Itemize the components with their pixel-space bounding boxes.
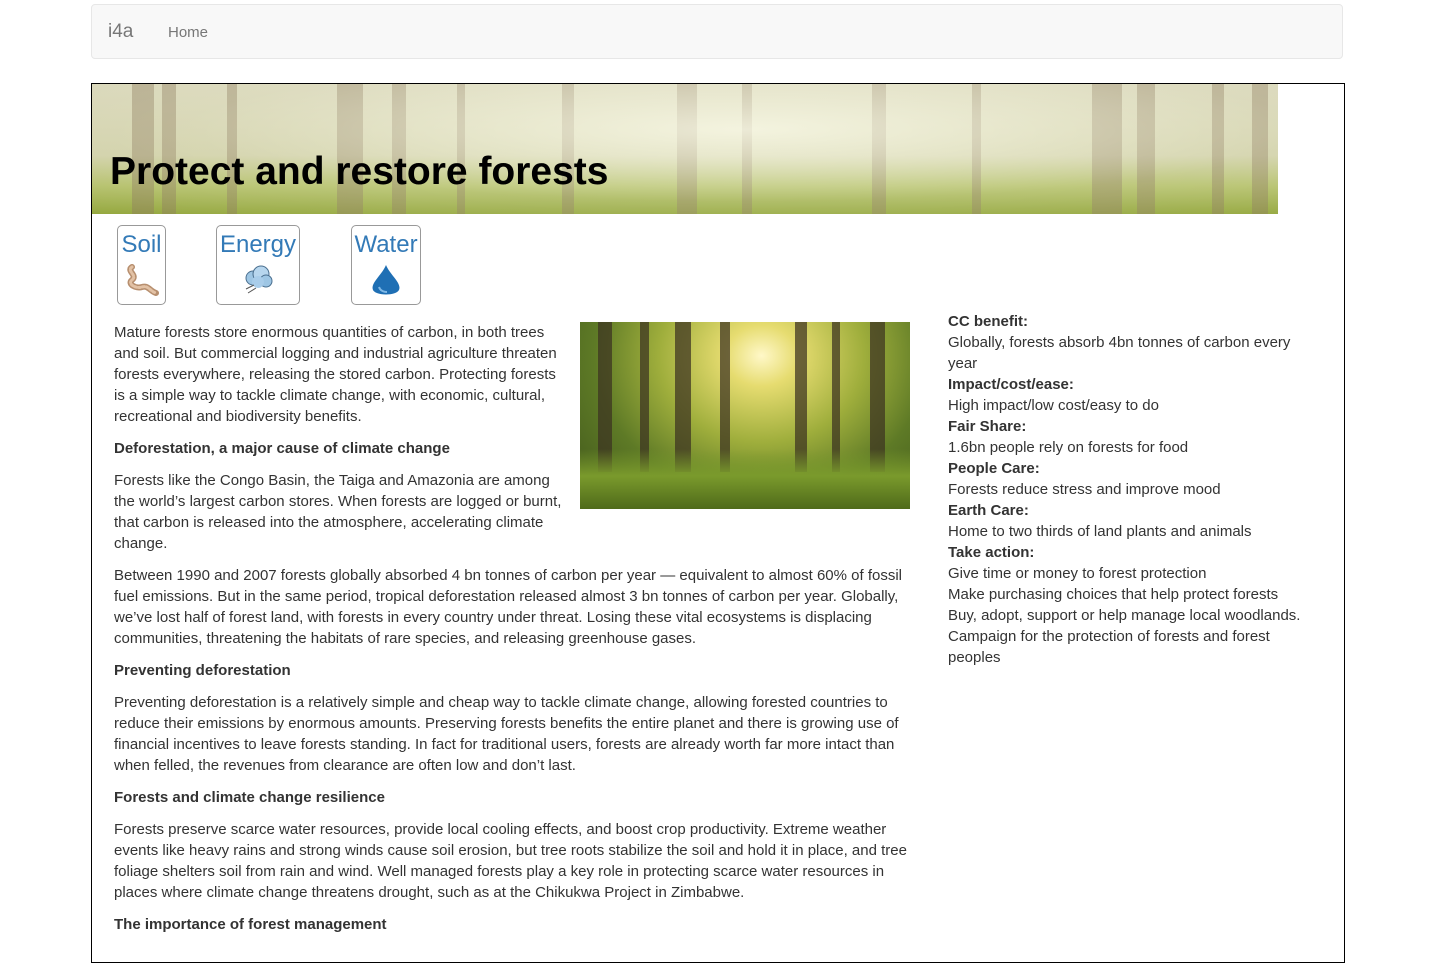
info-sidebar: CC benefit: Globally, forests absorb 4bn… xyxy=(948,311,1308,668)
take-action-label: Take action: xyxy=(948,544,1035,561)
article-body: Mature forests store enormous quantities… xyxy=(114,322,914,946)
section-heading-management: The importance of forest management xyxy=(114,916,387,933)
section-heading-preventing: Preventing deforestation xyxy=(114,662,291,679)
tag-soil[interactable]: Soil xyxy=(117,225,166,305)
earth-care-label: Earth Care: xyxy=(948,502,1029,519)
impact-value: High impact/low cost/easy to do xyxy=(948,397,1159,414)
page-title: Protect and restore forests xyxy=(110,150,609,193)
impact-label: Impact/cost/ease: xyxy=(948,376,1074,393)
tag-energy-label: Energy xyxy=(219,231,297,258)
people-care-label: People Care: xyxy=(948,460,1040,477)
page-banner: Protect and restore forests xyxy=(92,84,1278,214)
top-navbar: i4a Home xyxy=(91,4,1343,59)
action-item: Buy, adopt, support or help manage local… xyxy=(948,607,1301,624)
action-item: Give time or money to forest protection xyxy=(948,565,1207,582)
paragraph-carbon-stats: Between 1990 and 2007 forests globally a… xyxy=(114,567,902,647)
forest-photo xyxy=(580,322,910,509)
wind-cloud-icon xyxy=(217,263,299,301)
tag-water[interactable]: Water xyxy=(351,225,421,305)
people-care-value: Forests reduce stress and improve mood xyxy=(948,481,1221,498)
fair-share-value: 1.6bn people rely on forests for food xyxy=(948,439,1189,456)
fair-share-label: Fair Share: xyxy=(948,418,1027,435)
worm-icon xyxy=(118,263,165,301)
brand-link[interactable]: i4a xyxy=(108,21,133,43)
tag-soil-label: Soil xyxy=(121,231,162,258)
action-item: Make purchasing choices that help protec… xyxy=(948,586,1279,603)
water-drop-icon xyxy=(352,263,420,301)
paragraph-preventing: Preventing deforestation is a relatively… xyxy=(114,694,899,774)
earth-care-value: Home to two thirds of land plants and an… xyxy=(948,523,1252,540)
action-item: Campaign for the protection of forests a… xyxy=(948,628,1270,666)
section-heading-resilience: Forests and climate change resilience xyxy=(114,789,385,806)
paragraph-resilience: Forests preserve scarce water resources,… xyxy=(114,821,907,901)
tag-water-label: Water xyxy=(354,231,418,258)
cc-benefit-label: CC benefit: xyxy=(948,313,1028,330)
nav-home-link[interactable]: Home xyxy=(168,24,208,41)
main-content: Protect and restore forests Soil Energy … xyxy=(91,83,1345,963)
cc-benefit-value: Globally, forests absorb 4bn tonnes of c… xyxy=(948,334,1291,372)
tag-energy[interactable]: Energy xyxy=(216,225,300,305)
